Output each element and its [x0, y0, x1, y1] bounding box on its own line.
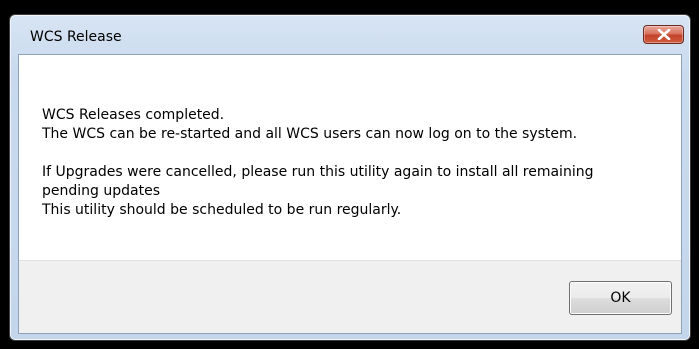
message-line: WCS Releases completed.	[42, 107, 225, 123]
message-text: WCS Releases completed. The WCS can be r…	[42, 106, 657, 220]
message-line: pending updates	[42, 183, 160, 199]
message-line: This utility should be scheduled to be r…	[42, 202, 402, 218]
close-button[interactable]	[643, 25, 684, 44]
message-line: If Upgrades were cancelled, please run t…	[42, 164, 594, 180]
ok-button[interactable]: OK	[569, 281, 672, 315]
close-x-icon	[657, 29, 670, 40]
button-bar: OK	[19, 260, 681, 333]
dialog-content: WCS Releases completed. The WCS can be r…	[18, 54, 682, 334]
message-line: The WCS can be re-started and all WCS us…	[42, 126, 578, 142]
window-title: WCS Release	[30, 29, 122, 45]
dialog-window: WCS Release WCS Releases completed. The …	[9, 14, 691, 341]
